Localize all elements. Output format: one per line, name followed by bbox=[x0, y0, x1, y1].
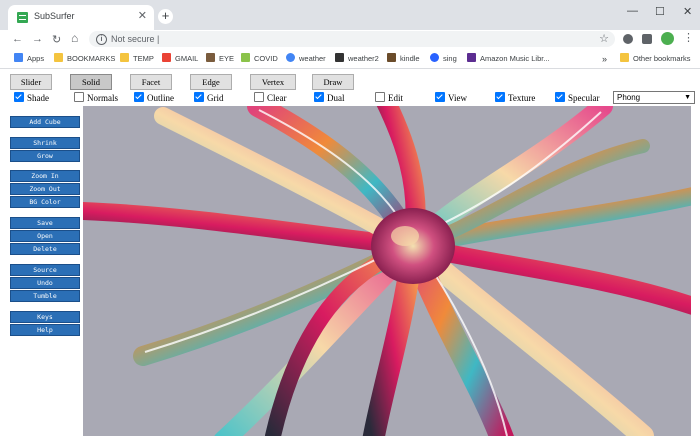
more-bookmarks-icon[interactable]: » bbox=[602, 53, 607, 65]
checkbox-checked[interactable] bbox=[495, 92, 505, 102]
undo-button[interactable]: Undo bbox=[10, 277, 80, 289]
delete-button[interactable]: Delete bbox=[10, 243, 80, 255]
render-canvas[interactable] bbox=[83, 106, 691, 436]
source-button[interactable]: Source bbox=[10, 264, 80, 276]
draw-mode-button[interactable]: Draw bbox=[312, 74, 354, 90]
view-checkbox[interactable]: View bbox=[435, 91, 467, 105]
avatar[interactable] bbox=[661, 32, 674, 45]
open-button[interactable]: Open bbox=[10, 230, 80, 242]
checkbox-checked[interactable] bbox=[14, 92, 24, 102]
bg-color-button[interactable]: BG Color bbox=[10, 196, 80, 208]
shading-select-value: Phong bbox=[617, 93, 641, 102]
covid-icon bbox=[241, 53, 250, 62]
bookmark-amazon-music[interactable]: Amazon Music Libr... bbox=[467, 53, 550, 65]
weather-icon bbox=[335, 53, 344, 62]
texture-checkbox[interactable]: Texture bbox=[495, 91, 535, 105]
solid-mode-button[interactable]: Solid bbox=[70, 74, 112, 90]
shading-select[interactable]: Phong ▼ bbox=[613, 91, 695, 104]
browser-title-bar: SubSurfer ✕ + — ☐ ✕ bbox=[0, 0, 700, 30]
checkbox-checked[interactable] bbox=[435, 92, 445, 102]
zoom-in-button[interactable]: Zoom In bbox=[10, 170, 80, 182]
save-button[interactable]: Save bbox=[10, 217, 80, 229]
sing-icon bbox=[430, 53, 439, 62]
menu-dots-icon[interactable]: ⋮ bbox=[683, 31, 694, 44]
folder-icon bbox=[620, 53, 629, 62]
checkbox-checked[interactable] bbox=[194, 92, 204, 102]
checkbox-checked[interactable] bbox=[134, 92, 144, 102]
chevron-down-icon: ▼ bbox=[684, 94, 691, 101]
checkbox-unchecked[interactable] bbox=[375, 92, 385, 102]
minimize-icon[interactable]: — bbox=[627, 5, 638, 17]
music-icon bbox=[467, 53, 476, 62]
reload-icon[interactable]: ↻ bbox=[52, 33, 61, 46]
bookmark-kindle[interactable]: kindle bbox=[387, 53, 420, 65]
other-bookmarks[interactable]: Other bookmarks bbox=[620, 53, 691, 65]
sheet-favicon-icon bbox=[17, 12, 28, 23]
grid-checkbox[interactable]: Grid bbox=[194, 91, 224, 105]
bookmark-weather2[interactable]: weather2 bbox=[335, 53, 379, 65]
close-window-icon[interactable]: ✕ bbox=[683, 5, 692, 18]
bookmark-weather[interactable]: weather bbox=[286, 53, 326, 65]
address-bar[interactable]: i Not secure | ☆ bbox=[89, 31, 615, 47]
bookmarks-bar: Apps BOOKMARKS TEMP GMAIL EYE COVID weat… bbox=[0, 48, 700, 69]
tumble-button[interactable]: Tumble bbox=[10, 290, 80, 302]
normals-checkbox[interactable]: Normals bbox=[74, 91, 118, 105]
checkbox-unchecked[interactable] bbox=[254, 92, 264, 102]
home-icon[interactable]: ⌂ bbox=[71, 31, 78, 45]
bookmark-covid[interactable]: COVID bbox=[241, 53, 278, 65]
zoom-out-button[interactable]: Zoom Out bbox=[10, 183, 80, 195]
back-icon[interactable]: ← bbox=[12, 33, 23, 45]
google-icon bbox=[286, 53, 295, 62]
apps-grid-icon bbox=[14, 53, 23, 62]
app-page: Slider Solid Facet Edge Vertex Draw Shad… bbox=[0, 69, 700, 443]
add-cube-button[interactable]: Add Cube bbox=[10, 116, 80, 128]
kindle-icon bbox=[387, 53, 396, 62]
facet-mode-button[interactable]: Facet bbox=[130, 74, 172, 90]
folder-icon bbox=[120, 53, 129, 62]
bookmark-sing[interactable]: sing bbox=[430, 53, 457, 65]
bookmark-gmail[interactable]: GMAIL bbox=[162, 53, 198, 65]
info-icon[interactable]: i bbox=[96, 34, 107, 45]
close-tab-icon[interactable]: ✕ bbox=[138, 9, 147, 22]
grow-button[interactable]: Grow bbox=[10, 150, 80, 162]
puzzle-extensions-icon[interactable] bbox=[642, 34, 652, 44]
shade-checkbox[interactable]: Shade bbox=[14, 91, 49, 105]
image-icon bbox=[206, 53, 215, 62]
bookmark-eye[interactable]: EYE bbox=[206, 53, 234, 65]
checkbox-checked[interactable] bbox=[555, 92, 565, 102]
help-button[interactable]: Help bbox=[10, 324, 80, 336]
gmail-icon bbox=[162, 53, 171, 62]
clear-checkbox[interactable]: Clear bbox=[254, 91, 287, 105]
slider-mode-button[interactable]: Slider bbox=[10, 74, 52, 90]
checkbox-unchecked[interactable] bbox=[74, 92, 84, 102]
outline-checkbox[interactable]: Outline bbox=[134, 91, 174, 105]
new-tab-button[interactable]: + bbox=[158, 9, 173, 24]
subdivision-surface-render[interactable] bbox=[83, 106, 691, 436]
checkbox-checked[interactable] bbox=[314, 92, 324, 102]
specular-checkbox[interactable]: Specular bbox=[555, 91, 600, 105]
folder-icon bbox=[54, 53, 63, 62]
edit-checkbox[interactable]: Edit bbox=[375, 91, 403, 105]
bookmark-bookmarks[interactable]: BOOKMARKS bbox=[54, 53, 115, 65]
bookmark-apps[interactable]: Apps bbox=[14, 53, 44, 65]
tab-title: SubSurfer bbox=[34, 11, 75, 21]
keys-button[interactable]: Keys bbox=[10, 311, 80, 323]
extension-icon[interactable] bbox=[623, 34, 633, 44]
dual-checkbox[interactable]: Dual bbox=[314, 91, 345, 105]
shrink-button[interactable]: Shrink bbox=[10, 137, 80, 149]
star-bookmark-icon[interactable]: ☆ bbox=[599, 32, 609, 45]
maximize-icon[interactable]: ☐ bbox=[655, 5, 665, 18]
forward-icon[interactable]: → bbox=[32, 33, 43, 45]
bookmark-temp[interactable]: TEMP bbox=[120, 53, 154, 65]
edge-mode-button[interactable]: Edge bbox=[190, 74, 232, 90]
vertex-mode-button[interactable]: Vertex bbox=[250, 74, 296, 90]
address-text: Not secure | bbox=[111, 34, 160, 44]
browser-tab[interactable]: SubSurfer ✕ bbox=[8, 5, 154, 30]
